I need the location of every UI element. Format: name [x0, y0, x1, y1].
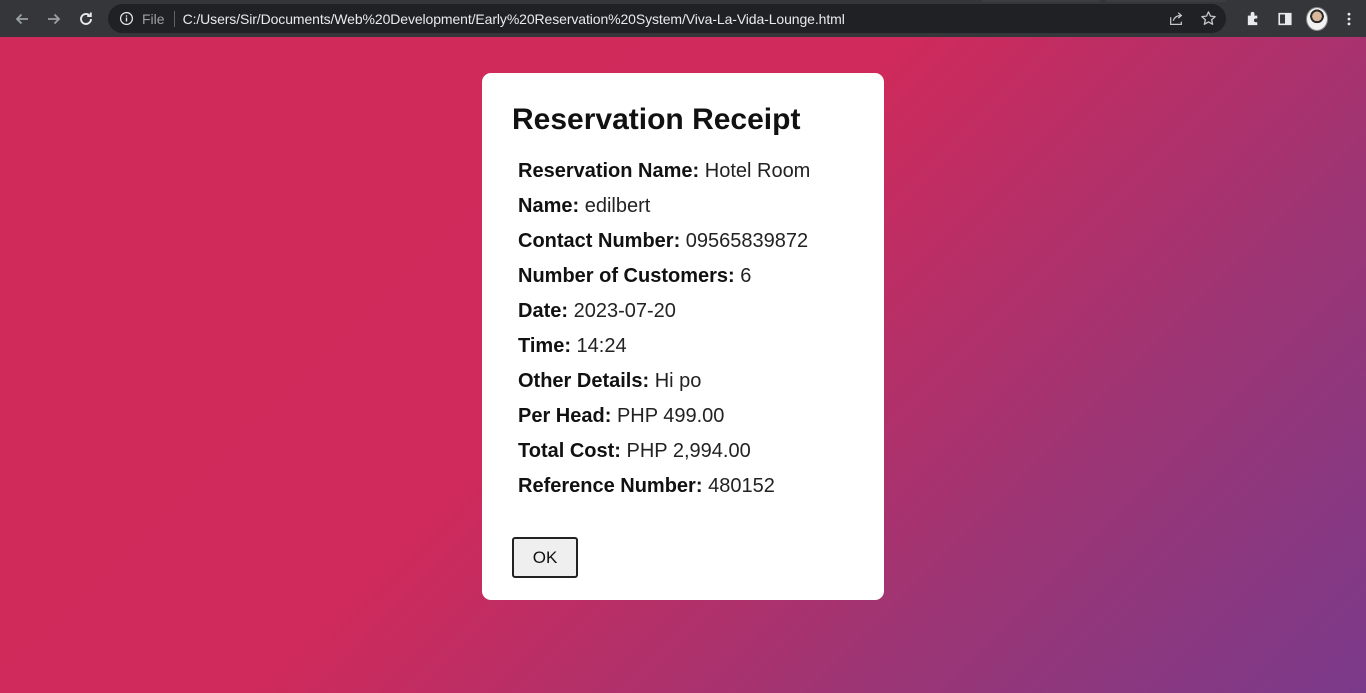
reload-button[interactable]: [70, 3, 102, 35]
field-other-details: Other Details: Hi po: [518, 370, 810, 405]
field-value: 2023-07-20: [573, 300, 676, 322]
url-text[interactable]: C:/Users/Sir/Documents/Web%20Development…: [183, 11, 845, 27]
arrow-left-icon: [15, 13, 28, 24]
field-total-cost: Total Cost: PHP 2,994.00: [518, 440, 810, 475]
field-value: Hotel Room: [704, 160, 811, 182]
tab-strip-edge: [982, 0, 1100, 2]
info-icon[interactable]: [118, 11, 134, 27]
field-time: Time: 14:24: [518, 335, 810, 370]
field-value: PHP 2,994.00: [626, 440, 751, 462]
field-label: Name:: [518, 195, 580, 217]
field-label: Per Head:: [518, 405, 612, 427]
star-icon[interactable]: [1198, 9, 1218, 29]
browser-toolbar: File C:/Users/Sir/Documents/Web%20Develo…: [0, 0, 1366, 37]
receipt-title: Reservation Receipt: [512, 103, 801, 136]
field-value: 6: [740, 265, 752, 287]
field-value: Hi po: [654, 370, 702, 392]
avatar: [1306, 6, 1328, 31]
tab-strip-edge: [1106, 0, 1226, 2]
file-scheme-label: File: [142, 10, 165, 27]
field-value: 480152: [708, 475, 775, 497]
field-per-head: Per Head: PHP 499.00: [518, 405, 810, 440]
arrow-right-icon: [48, 13, 61, 24]
field-reservation-name: Reservation Name: Hotel Room: [518, 160, 810, 195]
profile-avatar[interactable]: [1306, 6, 1328, 31]
field-label: Number of Customers:: [518, 265, 735, 287]
field-label: Other Details:: [518, 370, 650, 392]
field-label: Contact Number:: [518, 230, 681, 252]
ok-button[interactable]: OK: [512, 537, 578, 578]
field-value: 09565839872: [685, 230, 809, 252]
field-label: Time:: [518, 335, 571, 357]
receipt-card: Reservation Receipt Reservation Name: Ho…: [482, 73, 884, 600]
field-label: Date:: [518, 300, 569, 322]
back-button[interactable]: [6, 3, 38, 35]
field-name: Name: edilbert: [518, 195, 810, 230]
field-date: Date: 2023-07-20: [518, 300, 810, 335]
address-bar[interactable]: File C:/Users/Sir/Documents/Web%20Develo…: [108, 4, 1226, 33]
reload-icon: [80, 12, 92, 25]
kebab-menu-icon[interactable]: [1338, 8, 1360, 30]
field-label: Reservation Name:: [518, 160, 700, 182]
receipt-fields: Reservation Name: Hotel Room Name: edilb…: [518, 160, 810, 510]
field-label: Total Cost:: [518, 440, 621, 462]
share-icon[interactable]: [1166, 9, 1186, 29]
puzzle-icon[interactable]: [1242, 8, 1264, 30]
forward-button[interactable]: [38, 3, 70, 35]
field-value: edilbert: [584, 195, 651, 217]
side-panel-icon[interactable]: [1274, 8, 1296, 30]
field-reference-number: Reference Number: 480152: [518, 475, 810, 510]
field-contact-number: Contact Number: 09565839872: [518, 230, 810, 265]
field-number-of-customers: Number of Customers: 6: [518, 265, 810, 300]
field-label: Reference Number:: [518, 475, 703, 497]
field-value: PHP 499.00: [616, 405, 725, 427]
field-value: 14:24: [576, 335, 627, 357]
page-background: Reservation Receipt Reservation Name: Ho…: [0, 37, 1366, 693]
address-divider: [173, 10, 175, 27]
